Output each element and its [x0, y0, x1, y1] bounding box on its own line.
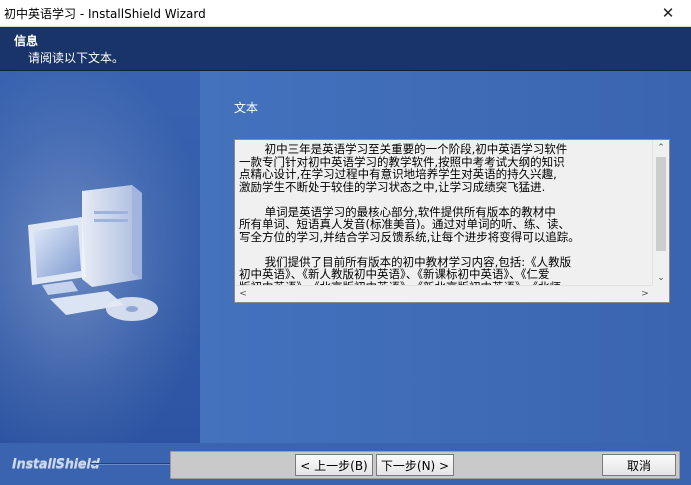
vertical-scrollbar[interactable]: ⌃ ⌄ — [652, 140, 669, 286]
scroll-right-icon[interactable]: > — [637, 286, 653, 302]
computer-icon — [28, 185, 158, 321]
scroll-down-icon[interactable]: ⌄ — [653, 270, 669, 286]
horizontal-scrollbar[interactable]: < > — [235, 285, 653, 302]
installer-window: 初中英语学习 - InstallShield Wizard ✕ 信息 请阅读以下… — [0, 0, 691, 485]
next-button[interactable]: 下一步(N) > — [376, 454, 454, 476]
scroll-up-icon[interactable]: ⌃ — [653, 140, 669, 156]
installshield-logo: InstallShield — [12, 457, 100, 472]
wizard-footer: InstallShield < 上一步(B) 下一步(N) > 取消 — [0, 443, 691, 485]
title-bar: 初中英语学习 - InstallShield Wizard ✕ — [0, 0, 691, 27]
scroll-left-icon[interactable]: < — [235, 286, 251, 302]
section-label: 文本 — [234, 101, 259, 115]
info-textbox[interactable]: 初中三年是英语学习至关重要的一个阶段,初中英语学习软件 一款专门针对初中英语学习… — [234, 139, 670, 303]
wizard-body: 文本 初中三年是英语学习至关重要的一个阶段,初中英语学习软件 一款专门针对初中英… — [0, 71, 691, 443]
window-title: 初中英语学习 - InstallShield Wizard — [4, 7, 206, 21]
info-text: 初中三年是英语学习至关重要的一个阶段,初中英语学习软件 一款专门针对初中英语学习… — [239, 142, 580, 286]
close-icon: ✕ — [661, 4, 675, 22]
scroll-thumb[interactable] — [656, 157, 666, 251]
left-decoration-panel — [0, 71, 200, 443]
back-button[interactable]: < 上一步(B) — [295, 454, 373, 476]
scrollbar-corner — [652, 285, 669, 302]
close-button[interactable]: ✕ — [645, 0, 691, 26]
header-subtitle: 请阅读以下文本。 — [28, 51, 125, 65]
header-title: 信息 — [14, 34, 39, 48]
button-panel: < 上一步(B) 下一步(N) > 取消 — [170, 451, 680, 479]
cancel-button[interactable]: 取消 — [602, 454, 676, 476]
wizard-header: 信息 请阅读以下文本。 — [0, 27, 691, 71]
